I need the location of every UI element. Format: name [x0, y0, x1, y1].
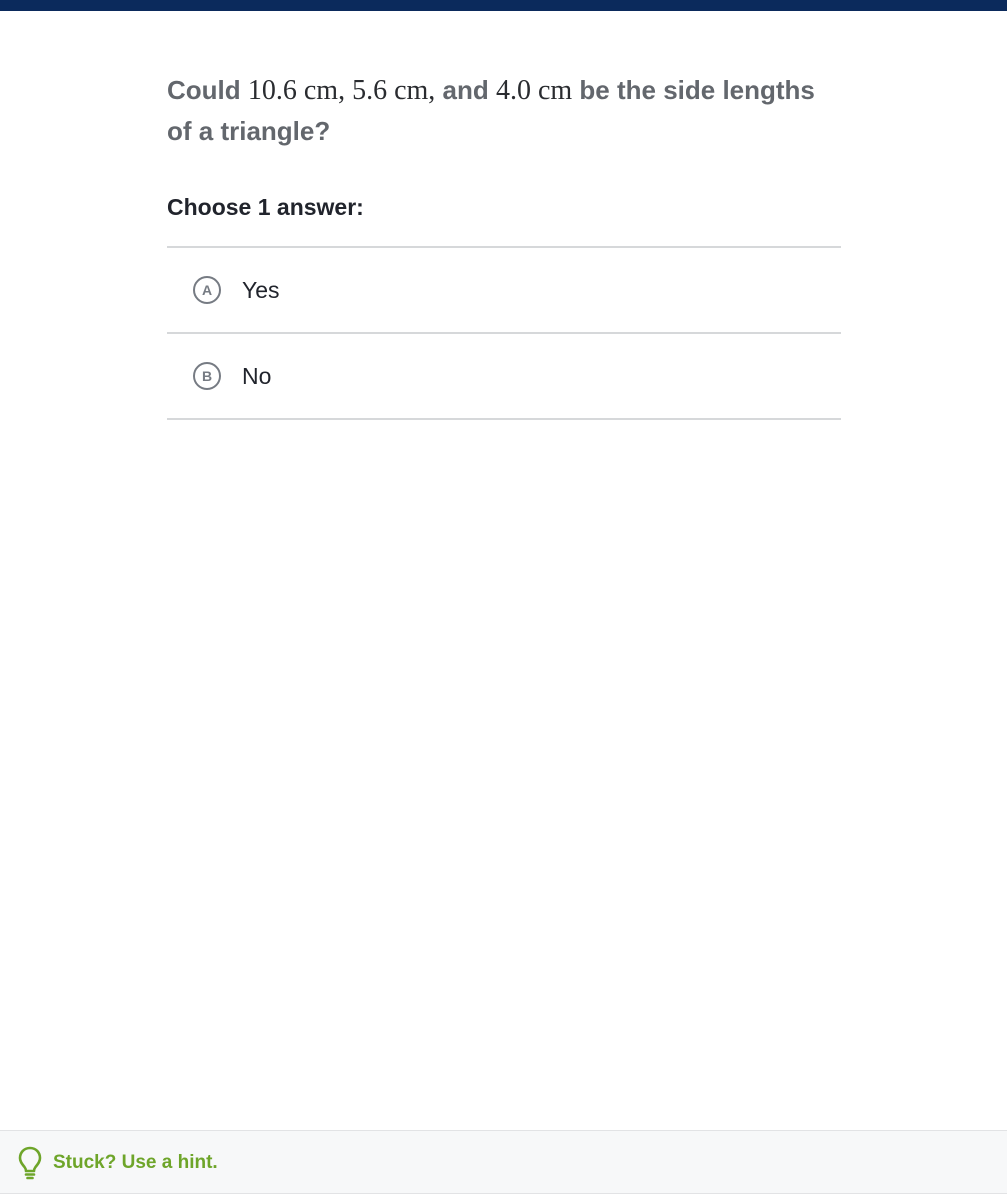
- hint-label: Stuck? Use a hint.: [53, 1152, 218, 1173]
- top-header-bar: [0, 0, 1007, 11]
- question-math-length: 4.0 cm: [495, 75, 573, 106]
- choice-b[interactable]: B No: [167, 334, 841, 420]
- hint-bar: Stuck? Use a hint.: [0, 1130, 1007, 1194]
- choice-a-letter: A: [193, 276, 221, 304]
- lightbulb-icon: [18, 1146, 42, 1180]
- choice-b-letter: B: [193, 362, 221, 390]
- exercise-content: Could 10.6 cm, 5.6 cm, and 4.0 cm be the…: [167, 70, 841, 420]
- choose-answer-label: Choose 1 answer:: [167, 194, 364, 220]
- question-text: Could 10.6 cm, 5.6 cm, and 4.0 cm be the…: [167, 70, 841, 151]
- question-math-lengths: 10.6 cm, 5.6 cm,: [247, 75, 436, 106]
- choice-a-text: Yes: [242, 276, 280, 303]
- question-middle: and: [435, 75, 496, 105]
- hint-button[interactable]: Stuck? Use a hint.: [17, 1145, 218, 1181]
- choice-a[interactable]: A Yes: [167, 248, 841, 334]
- question-prefix: Could: [167, 75, 248, 105]
- answer-choices: A Yes B No: [167, 246, 841, 420]
- choice-b-text: No: [242, 362, 272, 389]
